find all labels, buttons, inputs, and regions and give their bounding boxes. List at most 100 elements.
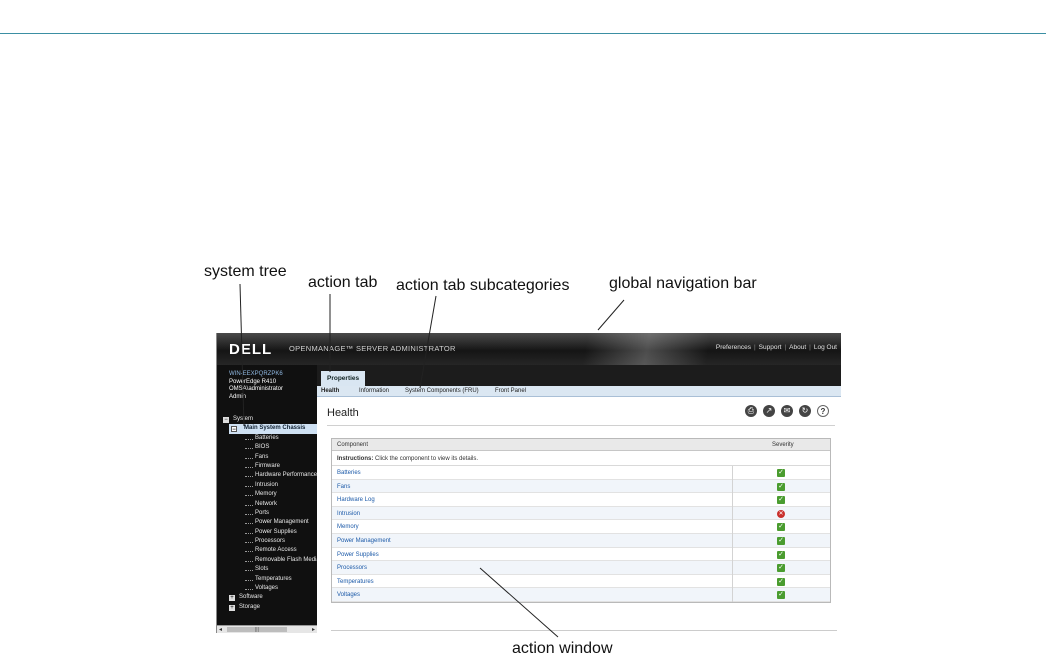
export-icon[interactable]: ↗ <box>763 405 775 417</box>
subtab-health[interactable]: Health <box>321 388 339 394</box>
component-link[interactable]: Hardware Log <box>337 497 375 503</box>
severity-cell: ✓ <box>732 479 832 494</box>
table-row: Batteries ✓ <box>332 466 830 480</box>
tree-item-power-supplies[interactable]: Power Supplies <box>223 528 317 537</box>
component-link[interactable]: Processors <box>337 565 367 571</box>
email-icon[interactable]: ✉ <box>781 405 793 417</box>
component-link[interactable]: Voltages <box>337 592 360 598</box>
tree-item-network[interactable]: Network <box>223 500 317 509</box>
tree-item-ports[interactable]: Ports <box>223 509 317 518</box>
callout-action-tab-subcategories: action tab subcategories <box>396 277 570 294</box>
scroll-left-icon[interactable]: ◂ <box>219 626 222 633</box>
column-header-component: Component <box>337 442 369 448</box>
severity-cell: ✓ <box>732 561 832 575</box>
tree-item-label: Voltages <box>255 585 279 592</box>
tree-item-storage[interactable]: + Storage <box>223 603 317 612</box>
expand-icon[interactable]: + <box>229 604 235 611</box>
component-link[interactable]: Fans <box>337 484 350 490</box>
omsa-window: DELL OPENMANAGE™ SERVER ADMINISTRATOR Pr… <box>216 333 841 633</box>
tree-horizontal-scrollbar[interactable]: ◂ ||| ▸ <box>217 625 317 633</box>
tree-item-processors[interactable]: Processors <box>223 537 317 546</box>
tree-item-firmware[interactable]: Firmware <box>223 462 317 471</box>
component-link[interactable]: Power Management <box>337 538 391 544</box>
help-icon[interactable]: ? <box>817 405 829 417</box>
nav-logout-link[interactable]: Log Out <box>814 344 837 351</box>
refresh-icon[interactable]: ↻ <box>799 405 811 417</box>
tree-item-bios[interactable]: BIOS <box>223 443 317 452</box>
tree-item-intrusion[interactable]: Intrusion <box>223 481 317 490</box>
table-instructions: Instructions: Click the component to vie… <box>332 451 830 466</box>
tree-item-system[interactable]: − System <box>223 415 317 424</box>
system-tree: − System − Main System Chassis Batteries… <box>223 415 317 612</box>
tree-item-label: Ports <box>255 509 270 516</box>
subtab-information[interactable]: Information <box>359 388 389 394</box>
tab-properties[interactable]: Properties <box>321 371 366 386</box>
instructions-text: Click the component to view its details. <box>375 456 479 462</box>
collapse-icon[interactable]: − <box>223 417 229 423</box>
collapse-icon[interactable]: − <box>231 426 237 433</box>
tree-item-main-system-chassis[interactable]: − Main System Chassis <box>229 424 317 434</box>
severity-cell: ✕ <box>732 506 832 521</box>
health-table: Component Severity Instructions: Click t… <box>331 438 831 603</box>
ok-status-icon: ✓ <box>777 577 785 586</box>
component-link[interactable]: Intrusion <box>337 511 360 517</box>
nav-support-link[interactable]: Support <box>759 344 782 351</box>
component-link[interactable]: Power Supplies <box>337 552 379 558</box>
component-link[interactable]: Memory <box>337 524 359 530</box>
tree-item-memory[interactable]: Memory <box>223 490 317 499</box>
nav-about-link[interactable]: About <box>789 344 806 351</box>
tree-item-label: Slots <box>255 566 269 573</box>
table-row: Processors ✓ <box>332 561 830 575</box>
callout-global-navigation-bar: global navigation bar <box>609 275 757 292</box>
subtab-front-panel[interactable]: Front Panel <box>495 388 526 394</box>
tree-item-label: Memory <box>255 491 277 498</box>
tree-item-label: Fans <box>255 453 269 460</box>
tree-item-fans[interactable]: Fans <box>223 453 317 462</box>
ok-status-icon: ✓ <box>777 536 785 545</box>
tree-item-removable-flash-media[interactable]: Removable Flash Media <box>223 556 317 565</box>
tree-item-label: Temperatures <box>255 575 292 582</box>
callout-action-window: action window <box>512 640 613 657</box>
subtab-system-components[interactable]: System Components (FRU) <box>405 388 479 394</box>
callout-action-tab: action tab <box>308 274 378 291</box>
ok-status-icon: ✓ <box>777 591 785 600</box>
host-model: PowerEdge R410 <box>229 378 277 385</box>
ok-status-icon: ✓ <box>777 496 785 505</box>
tree-item-remote-access[interactable]: Remote Access <box>223 546 317 555</box>
tree-item-hardware-performance[interactable]: Hardware Performance <box>223 471 317 480</box>
page-title: Health <box>327 407 359 419</box>
tree-item-voltages[interactable]: Voltages <box>223 584 317 593</box>
print-icon[interactable]: ⎙ <box>745 405 757 417</box>
nav-preferences-link[interactable]: Preferences <box>716 344 751 351</box>
tree-item-label: Storage <box>239 603 261 610</box>
severity-cell: ✓ <box>732 466 832 480</box>
title-divider <box>327 425 835 426</box>
page-top-rule <box>0 33 1046 34</box>
severity-cell: ✓ <box>732 574 832 589</box>
leader-global-navigation-bar <box>597 299 625 331</box>
host-role: Admin <box>229 393 247 400</box>
scroll-right-icon[interactable]: ▸ <box>312 626 315 633</box>
tree-item-batteries[interactable]: Batteries <box>223 434 317 443</box>
tree-item-power-management[interactable]: Power Management <box>223 518 317 527</box>
table-row: Hardware Log ✓ <box>332 493 830 507</box>
component-link[interactable]: Batteries <box>337 470 361 476</box>
table-row: Power Management ✓ <box>332 533 830 548</box>
tree-item-software[interactable]: + Software <box>223 593 317 602</box>
column-header-severity: Severity <box>772 442 794 448</box>
ok-status-icon: ✓ <box>777 469 785 477</box>
host-name[interactable]: WIN-EEXPQRZPK6 <box>229 371 283 379</box>
host-user: OMSA\administrator <box>229 386 284 392</box>
expand-icon[interactable]: + <box>229 595 235 602</box>
tree-item-slots[interactable]: Slots <box>223 565 317 574</box>
dell-logo: DELL <box>229 341 273 358</box>
instructions-label: Instructions: <box>337 456 374 462</box>
severity-cell: ✓ <box>732 588 832 602</box>
scroll-grip-icon: ||| <box>255 627 259 633</box>
ok-status-icon: ✓ <box>777 523 785 532</box>
component-link[interactable]: Temperatures <box>337 579 374 585</box>
table-header: Component Severity <box>332 439 830 451</box>
severity-cell: ✓ <box>732 547 832 562</box>
tree-item-temperatures[interactable]: Temperatures <box>223 575 317 584</box>
system-tree-panel: WIN-EEXPQRZPK6 PowerEdge R410 OMSA\admin… <box>217 365 317 633</box>
